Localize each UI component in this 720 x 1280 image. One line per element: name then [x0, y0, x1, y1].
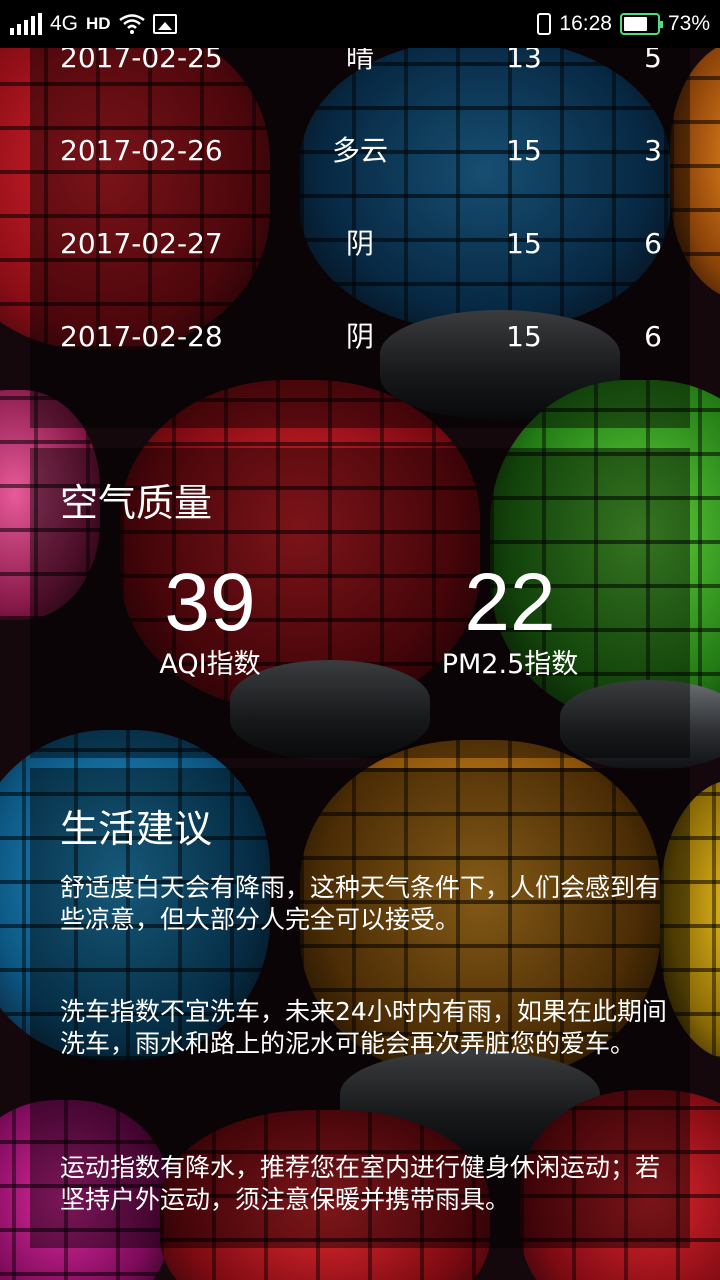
forecast-row: 2017-02-26 多云 15 3	[30, 131, 690, 171]
status-bar: 4G HD 16:28 73%	[0, 0, 720, 48]
forecast-low: 6	[644, 227, 662, 260]
weather-content[interactable]: 2017-02-25 晴 13 5 2017-02-26 多云 15 3 201…	[0, 41, 720, 1280]
forecast-weather: 阴	[345, 320, 374, 353]
pm25-block: 22 PM2.5指数	[400, 558, 620, 682]
forecast-date: 2017-02-27	[60, 227, 223, 260]
vibrate-icon	[537, 13, 552, 35]
life-advice-title: 生活建议	[60, 807, 213, 851]
hd-indicator: HD	[86, 14, 111, 33]
aqi-block: 39 AQI指数	[100, 558, 320, 682]
forecast-date: 2017-02-28	[60, 320, 223, 353]
forecast-high: 15	[506, 227, 542, 260]
forecast-weather: 多云	[331, 134, 388, 167]
forecast-high: 15	[506, 320, 542, 353]
pm25-value: 22	[464, 557, 556, 648]
forecast-row: 2017-02-27 阴 15 6	[30, 224, 690, 264]
image-notification-icon	[152, 14, 177, 34]
aqi-label: AQI指数	[159, 649, 261, 680]
clock: 16:28	[559, 12, 612, 35]
air-quality-title: 空气质量	[60, 481, 213, 525]
forecast-row: 2017-02-28 阴 15 6	[30, 317, 690, 357]
forecast-high: 15	[506, 134, 542, 167]
life-advice-panel: 生活建议 舒适度白天会有降雨，这种天气条件下，人们会感到有些凉意，但大部分人完全…	[30, 768, 690, 1248]
forecast-date: 2017-02-26	[60, 134, 223, 167]
pm25-label: PM2.5指数	[441, 649, 579, 680]
battery-percent: 73%	[667, 12, 710, 35]
aqi-value: 39	[164, 557, 256, 648]
wifi-icon	[118, 14, 145, 34]
battery-icon	[619, 13, 663, 35]
forecast-list: 2017-02-25 晴 13 5 2017-02-26 多云 15 3 201…	[30, 41, 690, 428]
forecast-weather: 阴	[345, 227, 374, 260]
air-quality-panel: 空气质量 39 AQI指数 22 PM2.5指数	[30, 448, 690, 758]
car-wash-advice: 洗车指数不宜洗车，未来24小时内有雨，如果在此期间洗车，雨水和路上的泥水可能会再…	[60, 997, 667, 1058]
forecast-low: 6	[644, 320, 662, 353]
forecast-low: 3	[644, 134, 662, 167]
signal-icon	[10, 13, 42, 35]
network-type: 4G	[50, 12, 79, 35]
comfort-advice: 舒适度白天会有降雨，这种天气条件下，人们会感到有些凉意，但大部分人完全可以接受。	[60, 873, 661, 934]
sport-advice: 运动指数有降水，推荐您在室内进行健身休闲运动；若坚持户外运动，须注意保暖并携带雨…	[60, 1153, 661, 1214]
